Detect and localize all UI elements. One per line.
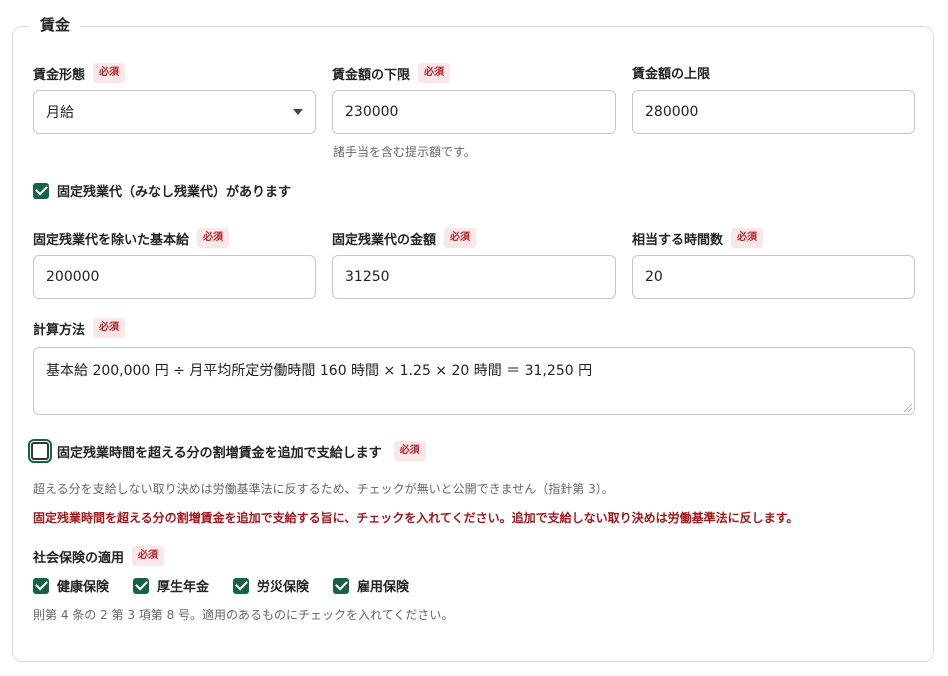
extra-wage-checkbox[interactable]: 固定残業時間を超える分の割増賃金を追加で支給します 必須	[28, 439, 426, 463]
checkbox-checked-icon	[33, 182, 49, 199]
wage-max-label: 賃金額の上限	[632, 67, 711, 82]
required-badge: 必須	[197, 228, 230, 248]
wage-min-label: 賃金額の下限 必須	[332, 63, 451, 83]
checkbox-checked-icon	[233, 577, 249, 594]
checkbox-checked-icon	[133, 577, 149, 594]
wage-type-label: 賃金形態 必須	[33, 63, 126, 83]
wage-max-input[interactable]: 280000	[632, 90, 915, 134]
extra-wage-error: 固定残業時間を超える分の割増賃金を追加で支給する旨に、チェックを入れてください。…	[33, 511, 799, 525]
resize-handle-icon[interactable]	[904, 404, 912, 412]
checkbox-unchecked-icon	[28, 439, 52, 463]
workers-comp-checkbox[interactable]: 労災保険	[233, 576, 309, 595]
wage-min-hint: 諸手当を含む提示額です。	[333, 145, 476, 159]
required-badge: 必須	[393, 441, 426, 461]
chevron-down-icon	[293, 109, 303, 115]
employment-insurance-checkbox[interactable]: 雇用保険	[333, 576, 409, 595]
base-salary-label: 固定残業代を除いた基本給 必須	[33, 228, 230, 248]
fixed-overtime-amount-input[interactable]: 31250	[332, 255, 616, 299]
health-insurance-checkbox[interactable]: 健康保険	[33, 576, 109, 595]
calc-method-label: 計算方法 必須	[33, 318, 126, 338]
checkbox-checked-icon	[333, 577, 349, 594]
required-badge: 必須	[418, 63, 451, 83]
required-badge: 必須	[132, 546, 165, 566]
wage-min-input[interactable]: 230000	[332, 90, 616, 134]
base-salary-input[interactable]: 200000	[33, 255, 316, 299]
required-badge: 必須	[444, 228, 477, 248]
required-badge: 必須	[93, 318, 126, 338]
checkbox-checked-icon	[33, 577, 49, 594]
fixed-overtime-checkbox[interactable]: 固定残業代（みなし残業代）があります	[33, 181, 291, 200]
pension-checkbox[interactable]: 厚生年金	[133, 576, 209, 595]
social-insurance-label: 社会保険の適用 必須	[33, 546, 165, 566]
section-title: 賃金	[30, 14, 81, 35]
fixed-overtime-amount-label: 固定残業代の金額 必須	[332, 228, 477, 248]
social-insurance-hint: 則第 4 条の 2 第 3 項第 8 号。適用のあるものにチェックを入れてくださ…	[33, 608, 454, 622]
calc-method-textarea[interactable]: 基本給 200,000 円 ÷ 月平均所定労働時間 160 時間 × 1.25 …	[33, 347, 915, 415]
required-badge: 必須	[731, 228, 764, 248]
wage-type-select[interactable]: 月給	[33, 90, 316, 134]
hours-label: 相当する時間数 必須	[632, 228, 764, 248]
required-badge: 必須	[93, 63, 126, 83]
hours-input[interactable]: 20	[632, 255, 915, 299]
extra-wage-hint: 超える分を支給しない取り決めは労働基準法に反するため、チェックが無いと公開できま…	[33, 482, 614, 496]
